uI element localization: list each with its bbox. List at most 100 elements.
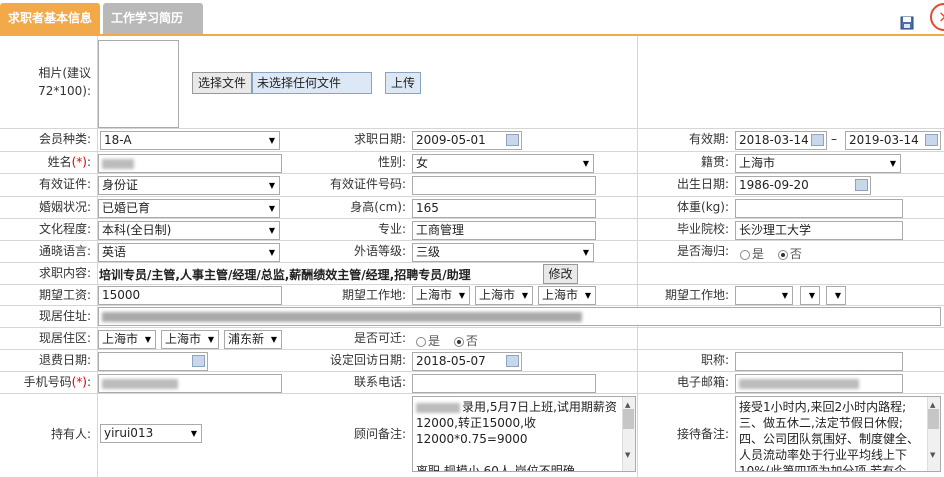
height-label: 身高(cm): <box>350 200 406 214</box>
marital-select[interactable]: 已婚已育 ▼ <box>98 199 280 218</box>
expected-salary-input[interactable]: 15000 <box>98 286 282 305</box>
form-row: 现居住址: <box>0 306 944 328</box>
form-row: 手机号码(*): 联系电话: 电子邮箱: <box>0 372 944 394</box>
weight-input[interactable] <box>735 199 903 218</box>
lang-level-select[interactable]: 三级 ▼ <box>412 243 594 262</box>
id-type-select[interactable]: 身份证 ▼ <box>98 176 280 195</box>
title-input[interactable] <box>735 352 903 371</box>
district-province-select[interactable]: 上海市 ▼ <box>98 330 156 349</box>
consultant-note-textarea[interactable]: 录用,5月7日上班,试用期薪资12000,转正15000,收12000*0.75… <box>412 396 636 472</box>
form-row: 现居住区: 上海市 ▼ 上海市 ▼ 浦东新 ▼ 是否可迁: 是 否 <box>0 328 944 350</box>
tab-work-study-resume[interactable]: 工作学习简历 <box>103 3 203 34</box>
relocate-radio-group: 是 否 <box>416 332 478 349</box>
form-row: 求职内容: 培训专员/主管,人事主管/经理/总监,薪酬绩效主管/经理,招聘专员/… <box>0 263 944 285</box>
form-row: 通晓语言: 英语 ▼ 外语等级: 三级 ▼ 是否海归: 是 否 <box>0 241 944 263</box>
district-city-select[interactable]: 上海市 ▼ <box>161 330 219 349</box>
form-row: 退费日期: 设定回访日期: 2018-05-07 职称: <box>0 350 944 372</box>
mobile-input[interactable] <box>98 374 282 393</box>
holder-label: 持有人: <box>50 427 91 441</box>
expected-place-district-select[interactable]: 上海市 ▼ <box>538 286 596 305</box>
job-content-value: 培训专员/主管,人事主管/经理/总监,薪酬绩效主管/经理,招聘专员/助理 <box>99 268 471 282</box>
photo-label: 相片(建议72*100): <box>38 66 91 98</box>
holder-select[interactable]: yirui013 ▼ <box>100 424 202 443</box>
chevron-down-icon: ▼ <box>268 136 275 145</box>
id-number-label: 有效证件号码: <box>329 177 406 191</box>
school-label: 毕业院校: <box>676 222 729 236</box>
returnee-yes-label: 是 <box>752 247 765 261</box>
returnee-no-radio[interactable] <box>777 249 788 260</box>
chevron-down-icon: ▼ <box>190 429 197 438</box>
form-row: 婚姻状况: 已婚已育 ▼ 身高(cm): 165 体重(kg): <box>0 197 944 219</box>
save-icon[interactable] <box>900 16 914 30</box>
returnee-no-label: 否 <box>789 247 802 261</box>
job-date-input[interactable]: 2009-05-01 <box>412 131 522 150</box>
chevron-down-icon: ▼ <box>270 335 277 344</box>
member-type-select[interactable]: 18-A ▼ <box>100 131 280 150</box>
upload-button[interactable]: 上传 <box>385 72 421 94</box>
calendar-icon[interactable] <box>855 179 868 191</box>
chevron-down-icon: ▼ <box>834 291 841 300</box>
birth-date-input[interactable]: 1986-09-20 <box>735 176 871 195</box>
relocate-yes-radio[interactable] <box>416 336 426 347</box>
valid-from-input[interactable]: 2018-03-14 <box>735 131 827 150</box>
valid-to-input[interactable]: 2019-03-14 <box>845 131 941 150</box>
member-type-label: 会员种类: <box>38 132 91 146</box>
name-input[interactable] <box>98 154 282 173</box>
scrollbar-thumb[interactable] <box>623 409 634 429</box>
edit-job-content-button[interactable]: 修改 <box>543 264 578 284</box>
relocate-no-radio[interactable] <box>453 336 464 347</box>
expected-place2-district-select[interactable]: ▼ <box>826 286 846 305</box>
name-label: 姓名(*): <box>47 155 91 169</box>
education-select[interactable]: 本科(全日制) ▼ <box>98 221 280 240</box>
choose-file-button[interactable]: 选择文件 <box>192 72 252 94</box>
refund-date-input[interactable] <box>98 352 208 371</box>
expected-place-province-select[interactable]: 上海市 ▼ <box>412 286 470 305</box>
height-input[interactable]: 165 <box>412 199 596 218</box>
callback-date-input[interactable]: 2018-05-07 <box>412 352 522 371</box>
calendar-icon[interactable] <box>506 134 519 146</box>
calendar-icon[interactable] <box>192 355 205 367</box>
email-input[interactable] <box>735 374 903 393</box>
phone-input[interactable] <box>412 374 596 393</box>
calendar-icon[interactable] <box>811 134 824 146</box>
district-area-select[interactable]: 浦东新 ▼ <box>224 330 282 349</box>
school-input[interactable]: 长沙理工大学 <box>735 221 903 240</box>
expected-place2-province-select[interactable]: ▼ <box>735 286 793 305</box>
chevron-down-icon: ▼ <box>268 181 275 190</box>
callback-date-label: 设定回访日期: <box>329 353 406 367</box>
job-date-label: 求职日期: <box>353 132 406 146</box>
gender-label: 性别: <box>377 155 406 169</box>
weight-label: 体重(kg): <box>677 200 729 214</box>
expected-place-label: 期望工作地: <box>341 288 406 302</box>
education-label: 文化程度: <box>38 222 91 236</box>
phone-label: 联系电话: <box>353 375 406 389</box>
major-input[interactable]: 工商管理 <box>412 221 596 240</box>
form-row: 会员种类: 18-A ▼ 求职日期: 2009-05-01 有效期: 2018-0… <box>0 129 944 152</box>
mobile-label: 手机号码(*): <box>23 375 91 389</box>
tab-bar: 求职者基本信息 工作学习简历 × <box>0 0 944 36</box>
expected-place-city-select[interactable]: 上海市 ▼ <box>475 286 533 305</box>
returnee-yes-radio[interactable] <box>740 249 750 260</box>
expected-salary-label: 期望工资: <box>38 288 91 302</box>
chevron-down-icon: ▼ <box>889 159 896 168</box>
scrollbar-thumb[interactable] <box>928 409 939 429</box>
origin-select[interactable]: 上海市 ▼ <box>735 154 901 173</box>
birth-date-label: 出生日期: <box>676 177 729 191</box>
tab-basic-info[interactable]: 求职者基本信息 <box>0 3 100 34</box>
expected-place2-city-select[interactable]: ▼ <box>800 286 820 305</box>
chevron-down-icon: ▼ <box>521 291 528 300</box>
photo-row: 相片(建议72*100): 选择文件 未选择任何文件 上传 <box>0 36 944 129</box>
form-row: 姓名(*): 性别: 女 ▼ 籍贯: 上海市 ▼ <box>0 152 944 174</box>
address-input[interactable] <box>98 307 941 326</box>
chevron-down-icon: ▼ <box>584 291 591 300</box>
gender-select[interactable]: 女 ▼ <box>412 154 594 173</box>
reception-note-textarea[interactable]: 接受1小时内,来回2小时内路程;三、做五休二,法定节假日休假;四、公司团队氛围好… <box>735 396 941 472</box>
calendar-icon[interactable] <box>506 355 519 367</box>
marital-label: 婚姻状况: <box>38 200 91 214</box>
chevron-down-icon: ▼ <box>781 291 788 300</box>
language-select[interactable]: 英语 ▼ <box>98 243 280 262</box>
close-icon[interactable]: × <box>930 3 944 31</box>
range-separator: – <box>831 132 837 146</box>
id-number-input[interactable] <box>412 176 596 195</box>
calendar-icon[interactable] <box>925 134 938 146</box>
